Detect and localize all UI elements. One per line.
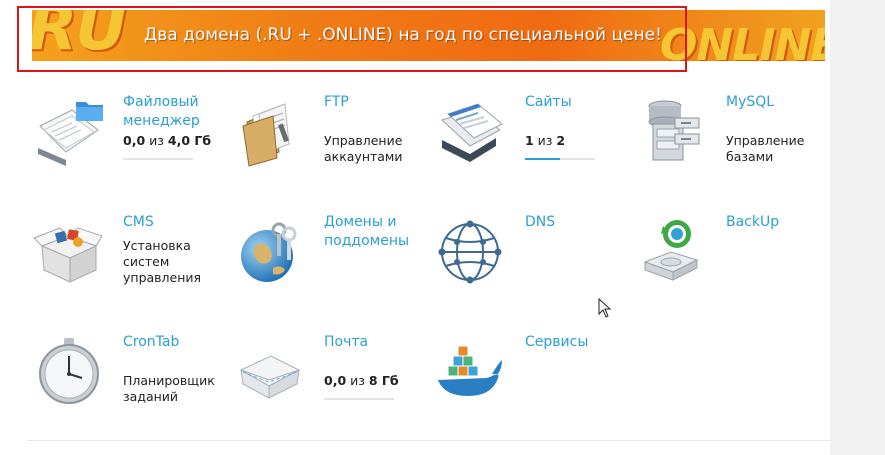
usage-bar [123,158,193,160]
browser-windows-icon [441,103,503,162]
tile-title[interactable]: MySQL [726,93,836,112]
whale-containers-icon [438,345,502,396]
tile-title[interactable]: Почта [324,333,434,352]
network-sphere-icon [438,220,502,284]
tile-title[interactable]: CronTab [123,333,233,352]
tile-file-manager[interactable]: Файловый менеджер 0,0 из 4,0 Гб [32,93,233,206]
cms-box-icon [33,227,103,283]
tile-description: Управление базами [726,133,805,164]
storage-usage: 0,0 из 4,0 Гб [123,133,212,148]
tile-title[interactable]: Сайты [525,93,635,112]
folder-documents-icon [38,102,103,166]
tile-description: Установка систем управления [123,238,202,285]
tile-description: Планировщик заданий [123,373,215,404]
ftp-folder-icon [242,103,290,167]
tile-ftp[interactable]: FTP Управление аккаунтами [233,93,434,206]
tile-title[interactable]: Файловый менеджер [123,93,233,131]
usage-bar-fill [525,158,560,160]
tile-title[interactable]: Домены и поддомены [324,213,434,251]
tile-backup[interactable]: BackUp [635,213,836,326]
tile-title[interactable]: Сервисы [525,333,635,352]
tile-cms[interactable]: CMS Установка систем управления [32,213,233,326]
mail-storage-usage: 0,0 из 8 Гб [324,373,399,388]
clock-icon [39,338,99,404]
tile-sites[interactable]: Сайты 1 из 2 [434,93,635,206]
section-divider [27,440,830,441]
database-server-icon [648,100,700,161]
backup-drive-icon [643,220,699,281]
right-gutter [830,0,885,455]
tile-title[interactable]: DNS [525,213,635,232]
globe-keys-icon [241,222,297,282]
tile-mail[interactable]: Почта 0,0 из 8 Гб [233,333,434,446]
tile-mysql[interactable]: MySQL Управление базами [635,93,836,206]
envelope-icon [239,355,301,399]
tile-crontab[interactable]: CronTab Планировщик заданий [32,333,233,446]
tile-title[interactable]: CMS [123,213,233,232]
tile-services[interactable]: Сервисы [434,333,635,446]
highlight-frame [17,6,687,72]
usage-bar [525,158,595,160]
tile-title[interactable]: FTP [324,93,434,112]
tile-description: Управление аккаунтами [324,133,403,164]
mouse-cursor-icon [598,298,612,318]
sites-count: 1 из 2 [525,133,566,148]
tile-domains[interactable]: Домены и поддомены [233,213,434,326]
tile-title[interactable]: BackUp [726,213,836,232]
usage-bar [324,398,394,400]
